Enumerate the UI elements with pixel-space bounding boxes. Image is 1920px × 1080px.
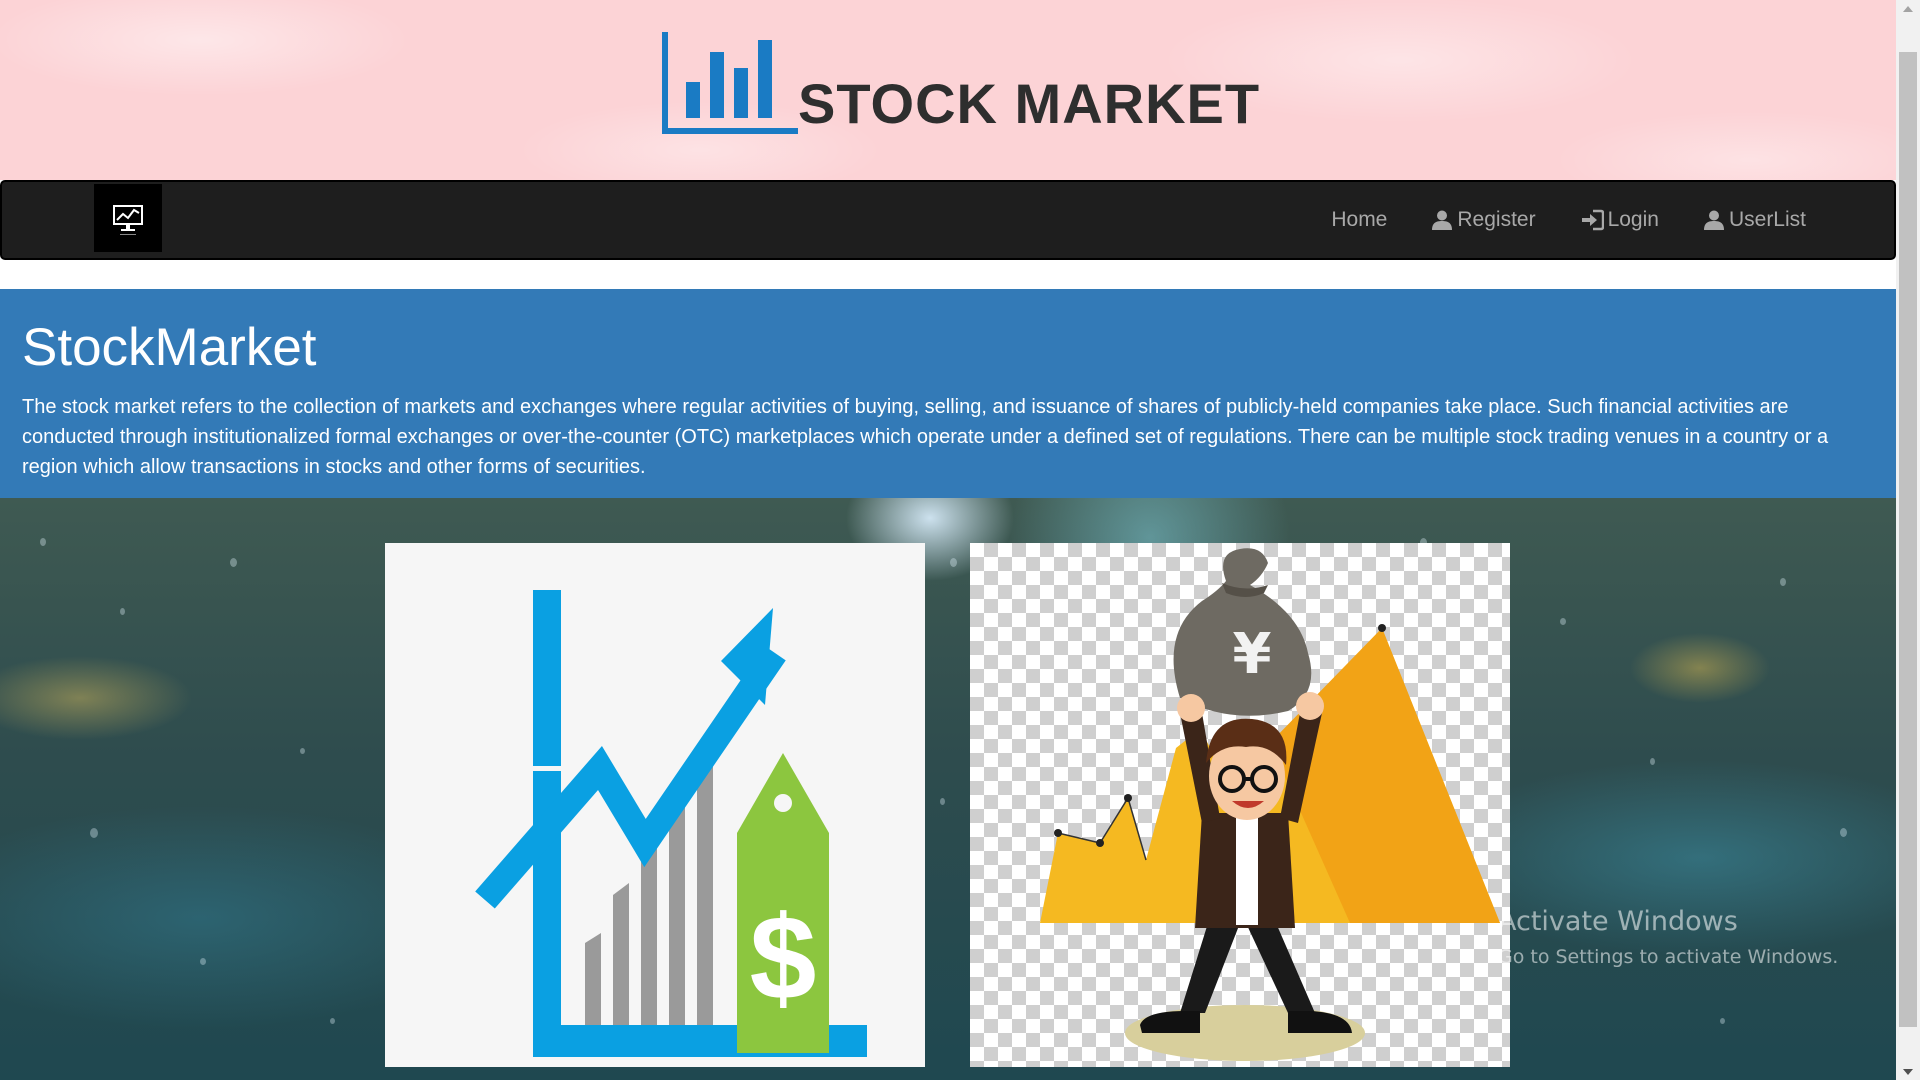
- nav-home[interactable]: Home: [1331, 208, 1387, 232]
- site-title: STOCK MARKET: [798, 72, 1261, 135]
- svg-text:$: $: [750, 891, 817, 1025]
- rain-background: [0, 498, 1896, 1080]
- watermark-title: Activate Windows: [1498, 906, 1738, 937]
- navbar: Home Register Login UserList: [0, 180, 1896, 260]
- navbar-logo[interactable]: [94, 184, 162, 252]
- watermark-subtitle: Go to Settings to activate Windows.: [1498, 946, 1839, 968]
- nav-home-label: Home: [1331, 208, 1388, 231]
- chevron-up-icon: [1903, 5, 1913, 12]
- nav-login[interactable]: Login: [1580, 208, 1659, 232]
- intro-paragraph: The stock market refers to the collectio…: [22, 396, 1829, 478]
- investor-illustration: ¥: [970, 543, 1510, 1067]
- nav-login-label: Login: [1607, 208, 1659, 231]
- user-icon: [1703, 210, 1724, 230]
- page: STOCK MARKET Home Register Login UserLis…: [0, 0, 1920, 1080]
- chevron-down-icon: [1903, 1068, 1913, 1075]
- scrollbar-thumb[interactable]: [1899, 52, 1917, 1027]
- jumbotron: StockMarket The stock market refers to t…: [0, 289, 1896, 498]
- monitor-chart-icon: [113, 205, 143, 235]
- scroll-up-button[interactable]: [1896, 0, 1920, 17]
- man-lifting-money-bag-icon: ¥: [1040, 548, 1500, 1061]
- svg-text:¥: ¥: [1233, 622, 1272, 687]
- login-icon: [1581, 209, 1604, 231]
- brand[interactable]: STOCK MARKET: [660, 28, 1260, 138]
- bar-chart-icon: [662, 32, 798, 134]
- nav-userlist-label: UserList: [1728, 208, 1806, 231]
- scroll-down-button[interactable]: [1896, 1063, 1920, 1080]
- windows-activation-watermark: Activate Windows Go to Settings to activ…: [1498, 905, 1838, 971]
- nav-menu: Home Register Login UserList: [1287, 182, 1806, 258]
- nav-register-label: Register: [1457, 208, 1536, 231]
- site-banner: STOCK MARKET: [0, 0, 1896, 180]
- growth-chart-dollar-tag-icon: $: [475, 590, 867, 1057]
- vertical-scrollbar[interactable]: [1896, 0, 1920, 1080]
- stock-growth-image: $: [385, 543, 925, 1067]
- nav-register[interactable]: Register: [1431, 208, 1536, 232]
- nav-userlist[interactable]: UserList: [1703, 208, 1806, 232]
- page-title: StockMarket: [22, 318, 317, 377]
- user-icon: [1432, 210, 1453, 230]
